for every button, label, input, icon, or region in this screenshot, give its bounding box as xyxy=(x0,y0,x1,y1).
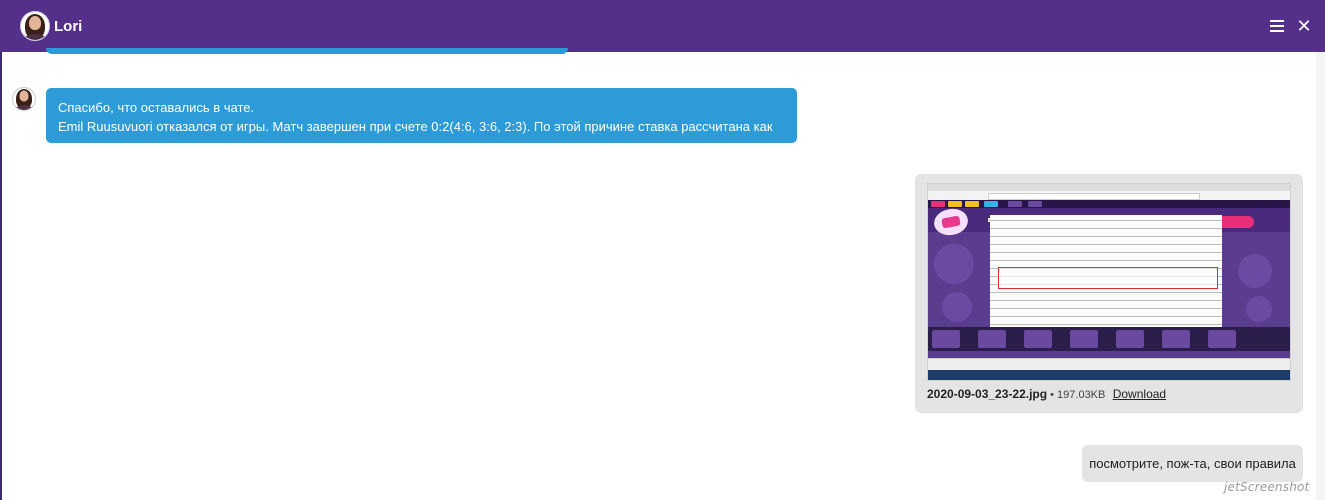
agent-avatar xyxy=(20,11,50,41)
attachment-thumbnail[interactable] xyxy=(927,183,1291,381)
agent-message-text: отказался от игры. Матч завершен при сче… xyxy=(58,119,773,153)
agent-name: Lori xyxy=(54,17,83,35)
watermark: jetScreenshot xyxy=(1224,480,1310,494)
attachment-info: 2020-09-03_23-22.jpg • 197.03KB Download xyxy=(927,387,1166,401)
agent-message-avatar xyxy=(12,87,36,111)
close-icon: ✕ xyxy=(1296,16,1312,36)
window-left-edge xyxy=(0,0,2,500)
agent-message-bubble: Спасибо, что оставались в чате. Emil Ruu… xyxy=(46,88,797,153)
agent-message-line2: Emil Ruusuvuori отказался от игры. Матч … xyxy=(58,117,785,155)
previous-message-bubble-edge xyxy=(46,48,568,54)
attachment-message-bubble: 2020-09-03_23-22.jpg • 197.03KB Download xyxy=(915,174,1303,413)
scrollbar-track[interactable] xyxy=(1316,52,1325,500)
chat-header: Lori ✕ xyxy=(0,0,1325,52)
download-link[interactable]: Download xyxy=(1113,387,1166,401)
player-name: Emil Ruusuvuori xyxy=(58,119,153,134)
user-message-bubble: посмотрите, пож-та, свои правила xyxy=(1082,445,1303,482)
attachment-file-name: 2020-09-03_23-22.jpg xyxy=(927,387,1048,401)
hamburger-menu-icon xyxy=(1270,20,1284,32)
close-button[interactable]: ✕ xyxy=(1294,16,1314,36)
menu-button[interactable] xyxy=(1267,16,1287,36)
user-message-text: посмотрите, пож-та, свои правила xyxy=(1089,456,1296,471)
attachment-file-size: • 197.03KB xyxy=(1047,389,1106,401)
agent-message-line1: Спасибо, что оставались в чате. xyxy=(58,100,255,115)
